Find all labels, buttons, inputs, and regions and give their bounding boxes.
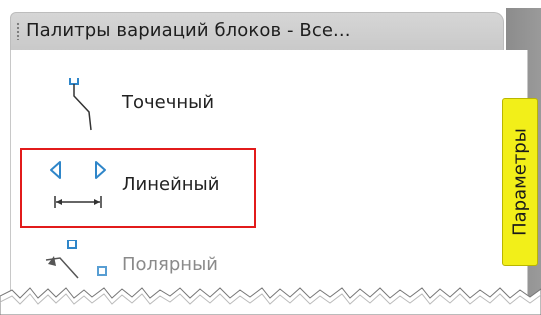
palette-item-point[interactable]: Точечный: [38, 78, 278, 134]
tab-parameters-label: Параметры: [509, 128, 531, 236]
palette-item-linear[interactable]: Линейный: [38, 160, 278, 216]
torn-edge-divider: [0, 287, 541, 315]
palette-title: Палитры вариаций блоков - Все...: [26, 20, 351, 41]
point-parameter-icon: [69, 78, 92, 131]
palette-item-polar-label: Полярный: [122, 254, 218, 275]
palette-item-linear-label: Линейный: [122, 174, 220, 195]
palette-item-point-label: Точечный: [122, 92, 215, 113]
linear-parameter-icon: [50, 161, 106, 208]
grip-handle-icon[interactable]: [16, 22, 20, 40]
block-authoring-palette: Палитры вариаций блоков - Все... Парамет…: [0, 0, 541, 315]
tab-parameters[interactable]: Параметры: [502, 98, 538, 266]
